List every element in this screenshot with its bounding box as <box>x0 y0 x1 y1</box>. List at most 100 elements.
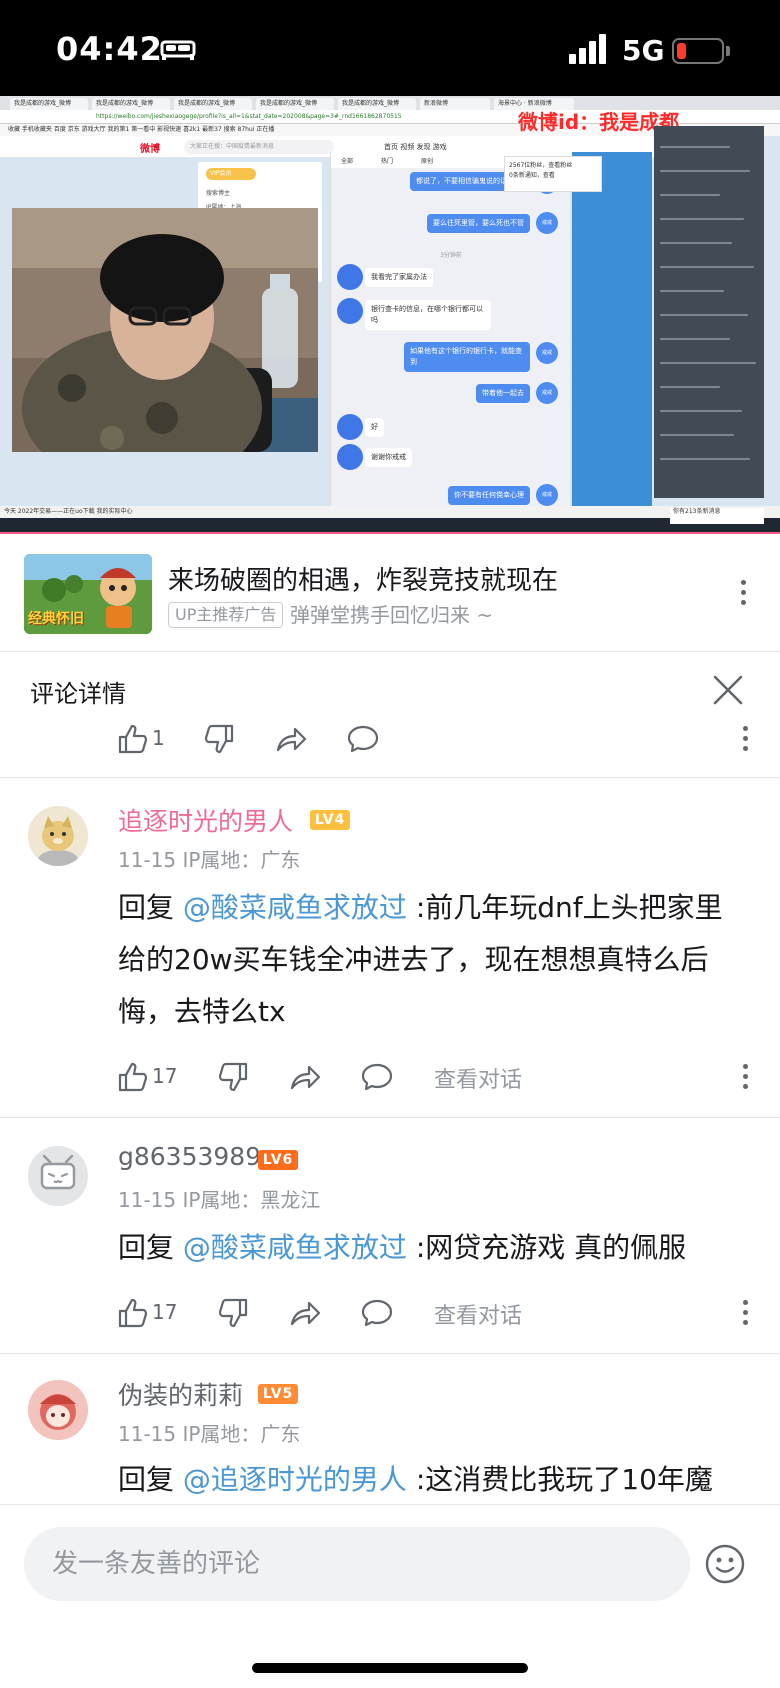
status-time: 04:42 <box>56 30 163 68</box>
emoji-icon[interactable] <box>704 1543 746 1585</box>
chat-avatar <box>337 444 363 470</box>
home-indicator[interactable] <box>252 1663 528 1673</box>
like-count: 17 <box>152 1300 178 1324</box>
comment-text: 回复 @酸菜咸鱼求放过 :网贷充游戏 真的佩服 <box>118 1222 748 1274</box>
chat-avatar: 戒戒 <box>536 342 558 364</box>
like-icon[interactable] <box>116 1296 150 1330</box>
weibo-nav: 首页 视频 发现 游戏 <box>384 143 447 151</box>
weibo-chat-panel: 全部 热门 原创 都说了，不要相信骗鬼说的话。 戒戒 要么往死里管，要么死也不管… <box>330 152 571 530</box>
video-player[interactable]: 我是成都的游戏_微博 我是成都的游戏_微博 我是成都的游戏_微博 我是成都的游戏… <box>0 96 780 532</box>
live-comment-panel <box>654 126 764 498</box>
share-icon[interactable] <box>274 722 308 756</box>
chat-bubble-received: 谢谢你戒戒 <box>365 448 412 467</box>
comment-author[interactable]: 伪装的莉莉 <box>118 1376 243 1412</box>
comment-text: 回复 @酸菜咸鱼求放过 :前几年玩dnf上头把家里给的20w买车钱全冲进去了，现… <box>118 882 748 1038</box>
cellular-signal-icon <box>569 34 606 64</box>
comment-author[interactable]: 追逐时光的男人 <box>118 802 293 838</box>
comment-meta: 11-15 IP属地：广东 <box>118 1422 301 1446</box>
like-icon[interactable] <box>116 722 150 756</box>
reply-icon[interactable] <box>360 1060 394 1094</box>
weibo-search-box: 大家正在搜：中国疫情最新消息 <box>184 140 334 154</box>
reply-prefix: 回复 <box>118 891 183 924</box>
notification-popup: 2567位粉丝，查看粉丝 0条新通知，查看 <box>504 156 602 192</box>
comment-body: :这消费比我玩了10年魔 <box>406 1463 713 1496</box>
panel-line <box>660 386 720 388</box>
ad-title[interactable]: 来场破圈的相遇，炸裂竞技就现在 <box>168 560 558 597</box>
browser-tab: 我是成都的游戏_微博 <box>256 98 334 110</box>
vip-tag: VIP会员 <box>206 168 256 180</box>
panel-line <box>660 170 750 172</box>
comment-author[interactable]: g86353989 <box>118 1142 261 1171</box>
comment-input[interactable]: 发一条友善的评论 <box>24 1527 690 1601</box>
comment-actions: 17 查看对话 <box>116 1060 748 1094</box>
mention-link[interactable]: @酸菜咸鱼求放过 <box>183 891 407 924</box>
windows-taskbar: 今天 2022年交易——正在uo下载 我的实际中心 你有213条新消息 <box>0 506 780 532</box>
panel-line <box>660 266 754 268</box>
ad-card[interactable]: 经典怀旧 来场破圈的相遇，炸裂竞技就现在 UP主推荐广告 弹弹堂携手回忆归来 ~ <box>0 534 780 652</box>
level-badge: LV5 <box>258 1384 298 1404</box>
root-comment-actions: 1 <box>116 722 748 756</box>
page-sidebar-strip <box>572 152 652 530</box>
ad-thumbnail-label: 经典怀旧 <box>28 611 84 627</box>
profile-line: 搜索博主 <box>206 190 231 197</box>
share-icon[interactable] <box>288 1060 322 1094</box>
panel-line <box>660 218 744 220</box>
level-badge: LV4 <box>310 810 350 830</box>
chat-bubble-received: 银行查卡的信息，在哪个银行都可以吗 <box>365 300 491 330</box>
like-icon[interactable] <box>116 1060 150 1094</box>
panel-line <box>660 410 742 412</box>
comment-input-bar: 发一条友善的评论 <box>0 1504 780 1688</box>
dislike-icon[interactable] <box>202 722 236 756</box>
chat-tab: 热门 <box>381 158 394 165</box>
anime-avatar-art <box>28 1380 88 1440</box>
sleep-mode-icon <box>160 40 196 60</box>
chat-bubble-sent: 要么往死里管，要么死也不管 <box>427 214 530 233</box>
comment-item: 追逐时光的男人 LV4 11-15 IP属地：广东 回复 @酸菜咸鱼求放过 :前… <box>0 778 780 1118</box>
battery-tip <box>726 46 730 56</box>
panel-line <box>660 434 734 436</box>
dislike-icon[interactable] <box>216 1060 250 1094</box>
panel-line <box>660 362 756 364</box>
comment-body: :网贷充游戏 真的佩服 <box>406 1231 687 1264</box>
tv-avatar-art <box>28 1146 88 1206</box>
panel-line <box>660 194 720 196</box>
more-icon[interactable] <box>742 1064 748 1090</box>
chat-bubble-received: 我看完了家属办法 <box>365 268 433 287</box>
webcam-feed <box>12 208 318 452</box>
dislike-icon[interactable] <box>216 1296 250 1330</box>
avatar[interactable] <box>28 1380 88 1440</box>
browser-tab: 我是成都的游戏_微博 <box>338 98 416 110</box>
mention-link[interactable]: @酸菜咸鱼求放过 <box>183 1231 407 1264</box>
ad-thumbnail[interactable]: 经典怀旧 <box>24 554 152 634</box>
app-root: 04:42 5G 我是成都的游戏_微博 我是成都的游戏_微博 我是成都的游戏_微… <box>0 0 780 1688</box>
comment-meta: 11-15 IP属地：广东 <box>118 848 301 872</box>
chat-time-separator: 3分钟前 <box>440 252 462 259</box>
avatar[interactable] <box>28 1146 88 1206</box>
reply-icon[interactable] <box>360 1296 394 1330</box>
chat-avatar: 戒戒 <box>536 484 558 506</box>
reply-icon[interactable] <box>346 722 380 756</box>
mention-link[interactable]: @追逐时光的男人 <box>183 1463 407 1496</box>
status-bar: 04:42 5G <box>0 0 780 96</box>
more-icon[interactable] <box>742 1300 748 1326</box>
share-icon[interactable] <box>288 1296 322 1330</box>
comment-item: g86353989 LV6 11-15 IP属地：黑龙江 回复 @酸菜咸鱼求放过… <box>0 1118 780 1354</box>
close-icon[interactable] <box>712 674 744 706</box>
browser-tab: 新浪微博 <box>420 98 490 110</box>
battery-level <box>677 43 686 59</box>
like-count: 1 <box>152 726 165 750</box>
chat-bubble-received: 好 <box>365 418 384 437</box>
view-dialog-link[interactable]: 查看对话 <box>434 1298 522 1330</box>
browser-tab: 我是成都的游戏_微博 <box>10 98 88 110</box>
battery-icon <box>672 38 724 64</box>
more-icon[interactable] <box>742 726 748 752</box>
weibo-logo: 微博 <box>140 144 160 155</box>
view-dialog-link[interactable]: 查看对话 <box>434 1062 522 1094</box>
popup-line: 0条新通知，查看 <box>509 172 555 179</box>
ad-more-icon[interactable] <box>740 580 746 606</box>
ad-subtitle: 弹弹堂携手回忆归来 ~ <box>290 603 494 627</box>
chat-avatar <box>337 414 363 440</box>
avatar[interactable] <box>28 806 88 866</box>
reply-prefix: 回复 <box>118 1231 183 1264</box>
comment-meta: 11-15 IP属地：黑龙江 <box>118 1188 321 1212</box>
